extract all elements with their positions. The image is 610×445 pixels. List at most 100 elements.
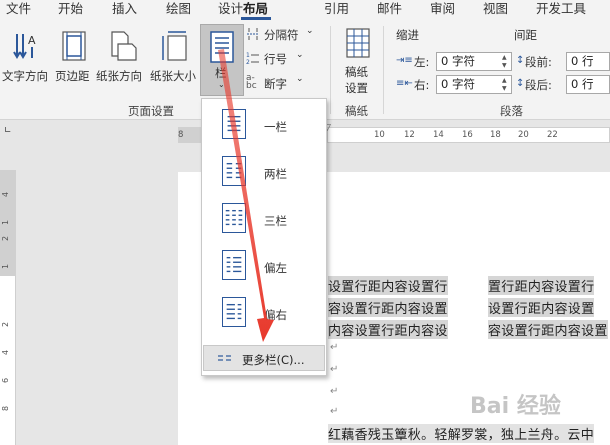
columns-option-three[interactable]: 三栏 <box>202 197 326 243</box>
group-label-page-setup: 页面设置 <box>128 104 174 118</box>
spin-down-icon[interactable]: ▼ <box>502 85 509 92</box>
paragraph-mark-icon: ↵ <box>330 342 339 353</box>
ruler-tick: 18 <box>490 130 501 140</box>
draft-paper-label-line2: 设置 <box>345 81 368 95</box>
watermark: Bai 经验 <box>470 394 561 419</box>
breaks-label: 分隔符 <box>264 28 299 42</box>
ruler-tick: 1 <box>1 219 11 226</box>
spin-down-icon[interactable]: ▼ <box>502 62 509 69</box>
page-size-label: 纸张大小 <box>150 69 196 83</box>
spin-up-icon[interactable]: ▲ <box>502 77 509 84</box>
space-after-input[interactable]: 0 行 <box>566 75 610 94</box>
columns-option-one-label: 一栏 <box>264 120 287 134</box>
breaks-button[interactable]: 分隔符 ⌄ <box>246 26 316 44</box>
margins-icon <box>62 31 86 61</box>
right-column-icon <box>222 297 246 327</box>
columns-option-right[interactable]: 偏右 <box>202 291 326 337</box>
orientation-button[interactable]: 纸张方向 <box>96 24 148 100</box>
indent-right-value: 0 字符 <box>441 77 475 91</box>
draft-paper-settings-button[interactable]: 稿纸 设置 <box>340 26 376 98</box>
ruler-tick: 1 <box>1 263 11 270</box>
columns-button[interactable]: 栏 ⌄ <box>200 24 244 96</box>
chevron-down-icon: ⌄ <box>296 74 304 84</box>
hyphenation-button[interactable]: a-bc 断字 ⌄ <box>246 74 316 92</box>
group-label-paragraph: 段落 <box>500 104 523 118</box>
line-numbers-button[interactable]: 1 2 行号 ⌄ <box>246 50 316 68</box>
orientation-label: 纸张方向 <box>96 69 142 83</box>
paragraph-mark-icon: ↵ <box>330 406 339 417</box>
ruler-tick: 10 <box>374 130 385 140</box>
tab-3[interactable]: 绘图 <box>166 0 191 20</box>
line-numbers-label: 行号 <box>264 52 287 66</box>
paragraph-mark-icon: ↵ <box>330 386 339 397</box>
text-direction-icon: A <box>13 34 36 59</box>
ruler-tick: 2 <box>1 321 11 328</box>
space-before-value: 0 行 <box>571 54 594 68</box>
draft-paper-icon <box>346 28 370 58</box>
columns-dropdown-menu: 一栏 两栏 三栏 偏左 偏右 更多栏(C)... <box>201 98 327 376</box>
svg-text:A: A <box>28 34 36 47</box>
line-numbers-icon: 1 2 <box>246 52 259 65</box>
tab-8[interactable]: 审阅 <box>430 0 455 20</box>
page-size-button[interactable]: 纸张大小 <box>150 24 200 100</box>
columns-option-one[interactable]: 一栏 <box>202 103 326 149</box>
indent-right-input[interactable]: 0 字符 ▲ ▼ <box>436 75 512 94</box>
tab-10[interactable]: 开发工具 <box>536 0 586 20</box>
more-columns-icon <box>218 355 231 361</box>
ribbon-separator <box>383 26 384 114</box>
tab-6[interactable]: 引用 <box>324 0 349 20</box>
tab-7[interactable]: 邮件 <box>377 0 402 20</box>
tab-9[interactable]: 视图 <box>483 0 508 20</box>
indent-left-input[interactable]: 0 字符 ▲ ▼ <box>436 52 512 71</box>
tab-2[interactable]: 插入 <box>112 0 137 20</box>
columns-icon <box>210 31 234 63</box>
doc-col1-line-3: 内容设置行距内容设 <box>328 320 448 339</box>
ruler-tick: 4 <box>1 191 11 198</box>
ruler-corner: ∟ <box>0 122 16 144</box>
hyphenation-icon: a-bc <box>246 73 257 91</box>
doc-bottom-line: 红藕香残玉簟秋。轻解罗裳，独上兰舟。云中 <box>328 424 595 443</box>
indent-left-label: 左: <box>414 55 430 69</box>
hyphenation-label: 断字 <box>264 77 287 91</box>
margins-label: 页边距 <box>55 69 90 83</box>
tab-0[interactable]: 文件 <box>6 0 31 20</box>
indent-left-icon: ⇥≡ <box>396 55 413 66</box>
group-label-draft-paper: 稿纸 <box>345 104 368 118</box>
tab-4[interactable]: 设计 <box>218 0 243 20</box>
spacing-title: 间距 <box>514 28 537 42</box>
space-before-label: 段前: <box>525 55 552 69</box>
ruler-tick: 22 <box>547 130 558 140</box>
ruler-tick: 6 <box>1 377 11 384</box>
ruler-tick: 8 <box>178 130 184 140</box>
space-before-input[interactable]: 0 行 <box>566 52 610 71</box>
ruler-tick: 14 <box>433 130 444 140</box>
doc-col2-line-3: 容设置行距内容设置 <box>488 320 608 339</box>
space-after-icon: ↕ <box>516 78 525 89</box>
columns-option-two[interactable]: 两栏 <box>202 150 326 196</box>
doc-col1-line-2: 容设置行距内容设置 <box>328 298 448 317</box>
indent-right-label: 右: <box>414 78 430 92</box>
chevron-down-icon: ⌄ <box>218 80 225 89</box>
draft-paper-label-line1: 稿纸 <box>345 65 368 79</box>
tab-stop-selector-icon[interactable]: ∟ <box>4 126 12 136</box>
page-size-icon <box>162 31 187 61</box>
more-columns-button[interactable]: 更多栏(C)... <box>203 345 325 371</box>
one-column-icon <box>222 109 246 139</box>
ruler-tick: 2 <box>1 235 11 242</box>
chevron-down-icon: ⌄ <box>306 26 314 36</box>
tab-1[interactable]: 开始 <box>58 0 83 20</box>
chevron-down-icon: ⌄ <box>296 50 304 60</box>
orientation-icon <box>111 31 137 61</box>
columns-option-left[interactable]: 偏左 <box>202 244 326 290</box>
text-direction-button[interactable]: A 文字方向 <box>2 24 52 100</box>
space-before-icon: ↕ <box>516 55 525 66</box>
margins-button[interactable]: 页边距 <box>54 24 94 100</box>
ruler-tick: 4 <box>1 349 11 356</box>
text-direction-label: 文字方向 <box>2 69 48 83</box>
indent-right-icon: ≡⇤ <box>396 78 413 89</box>
ruler-tick: 12 <box>404 130 415 140</box>
spin-up-icon[interactable]: ▲ <box>502 54 509 61</box>
columns-label: 栏 <box>215 66 227 80</box>
breaks-icon <box>247 28 259 40</box>
doc-col1-line-1: 设置行距内容设置行 <box>328 276 448 295</box>
